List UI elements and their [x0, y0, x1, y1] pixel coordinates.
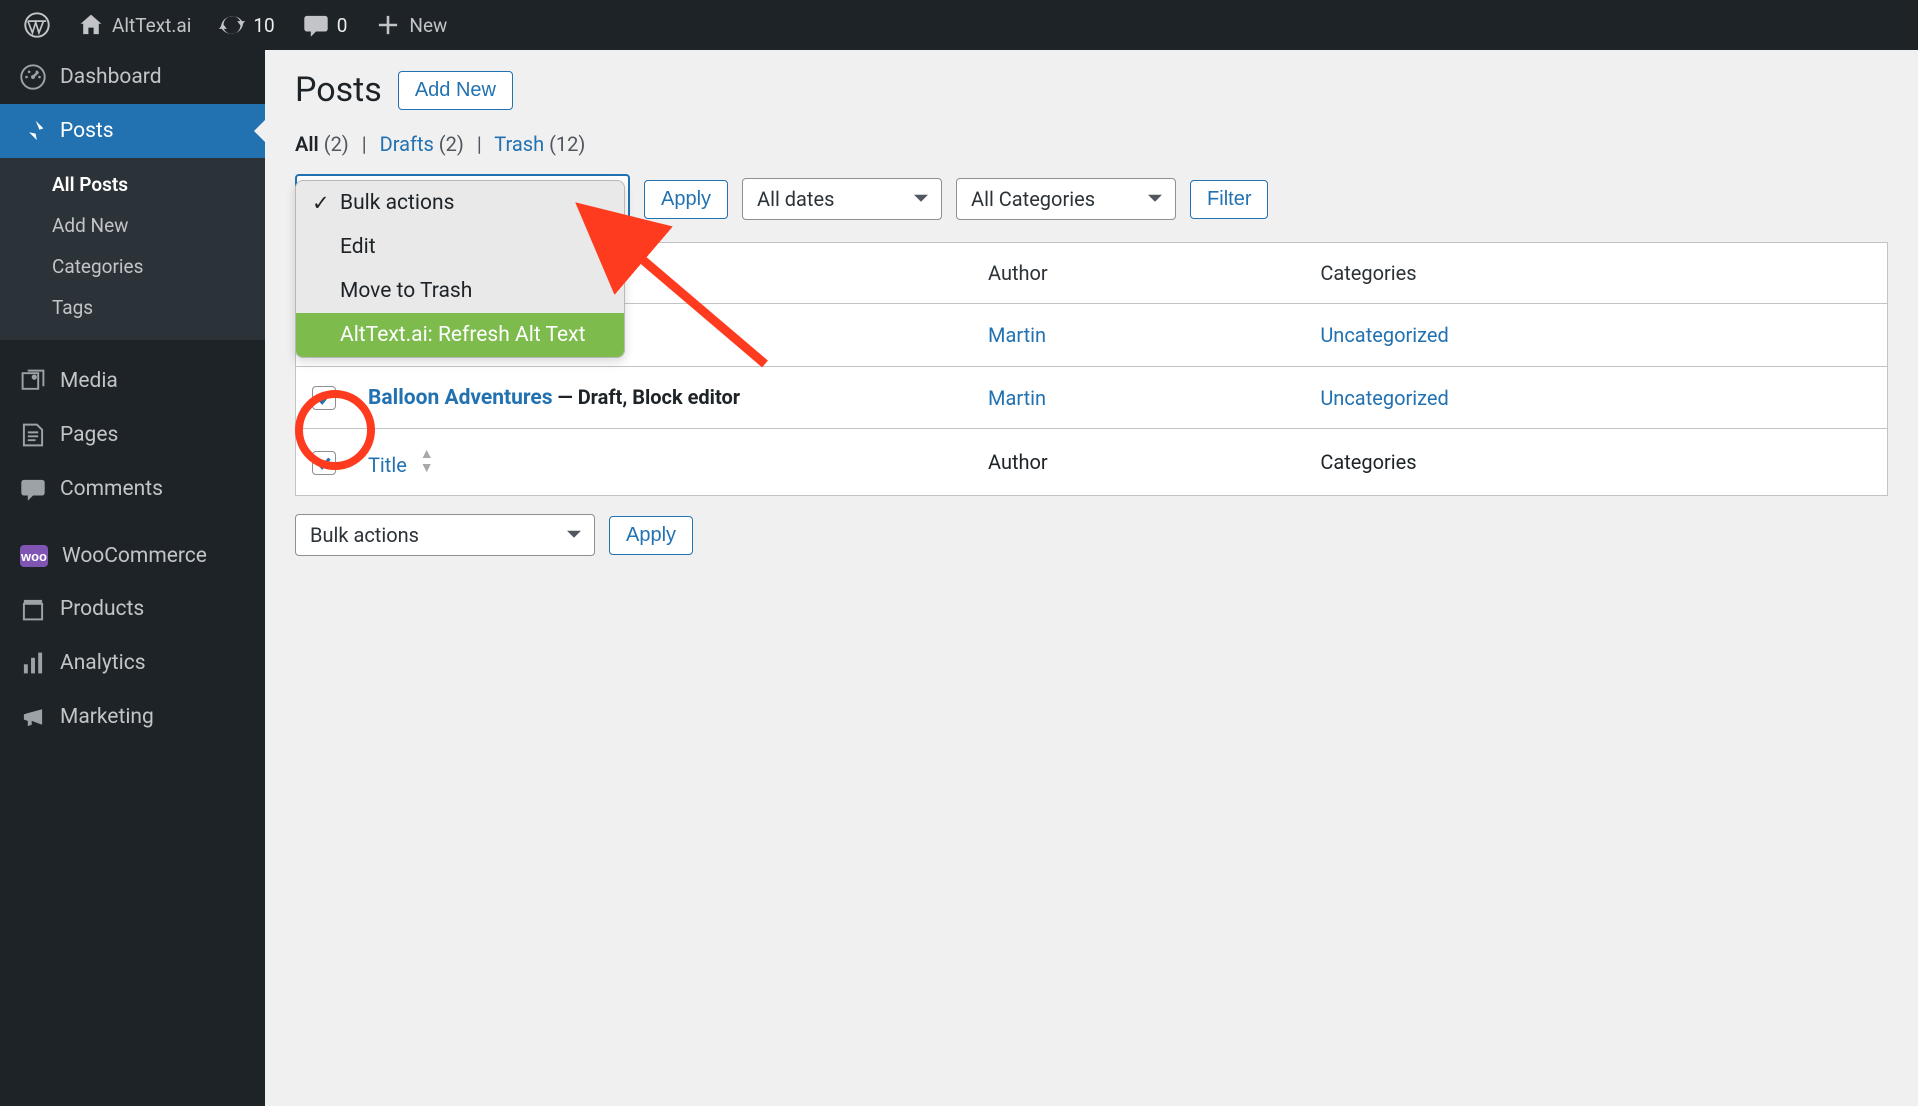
menu-products[interactable]: Products — [0, 582, 265, 636]
wp-logo[interactable] — [10, 0, 64, 50]
bulk-option-alttext-refresh[interactable]: AltText.ai: Refresh Alt Text — [296, 313, 624, 357]
menu-label: Comments — [60, 477, 163, 501]
menu-dashboard[interactable]: Dashboard — [0, 50, 265, 104]
comments-link[interactable]: 0 — [289, 0, 362, 50]
media-icon — [20, 368, 46, 394]
apply-button-top[interactable]: Apply — [644, 180, 728, 219]
content-area: Posts Add New All (2) | Drafts (2) | Tra… — [265, 50, 1918, 576]
tablenav-bottom: Bulk actions Apply — [295, 514, 1888, 556]
new-content-link[interactable]: New — [361, 0, 461, 50]
view-trash[interactable]: Trash — [494, 132, 544, 156]
comments-count: 0 — [337, 14, 348, 37]
submenu-all-posts[interactable]: All Posts — [0, 164, 265, 205]
home-icon — [78, 12, 104, 38]
page-header: Posts Add New — [295, 70, 1888, 110]
view-drafts[interactable]: Drafts — [380, 132, 434, 156]
date-filter-value: All dates — [742, 178, 942, 220]
admin-toolbar: AltText.ai 10 0 New — [0, 0, 1918, 50]
products-icon — [20, 596, 46, 622]
post-state-text: Draft, Block editor — [578, 385, 740, 409]
category-filter[interactable]: All Categories — [956, 178, 1176, 220]
status-filter-links: All (2) | Drafts (2) | Trash (12) — [295, 132, 1888, 156]
menu-marketing[interactable]: Marketing — [0, 690, 265, 744]
apply-button-bottom[interactable]: Apply — [609, 516, 693, 555]
col-author-header[interactable]: Author — [972, 243, 1304, 304]
col-title-footer[interactable]: Title — [368, 453, 407, 477]
menu-comments[interactable]: Comments — [0, 462, 265, 516]
col-author-footer[interactable]: Author — [972, 429, 1304, 496]
updates-link[interactable]: 10 — [205, 0, 288, 50]
page-icon — [20, 422, 46, 448]
bulk-actions-select-bottom[interactable]: Bulk actions — [295, 514, 595, 556]
menu-posts[interactable]: Posts — [0, 104, 265, 158]
menu-label: Dashboard — [60, 65, 162, 89]
bulk-actions-dropdown: Bulk actions Edit Move to Trash AltText.… — [295, 180, 625, 358]
menu-media[interactable]: Media — [0, 354, 265, 408]
menu-label: Marketing — [60, 705, 154, 729]
col-categories-header[interactable]: Categories — [1304, 243, 1887, 304]
menu-analytics[interactable]: Analytics — [0, 636, 265, 690]
author-link[interactable]: Martin — [988, 386, 1046, 410]
post-title-link[interactable]: Balloon Adventures — [368, 386, 553, 410]
comments-icon — [20, 476, 46, 502]
analytics-icon — [20, 650, 46, 676]
submenu-tags[interactable]: Tags — [0, 287, 265, 328]
menu-label: Media — [60, 369, 118, 393]
woocommerce-icon: woo — [20, 545, 48, 567]
pin-icon — [20, 118, 46, 144]
category-link[interactable]: Uncategorized — [1320, 323, 1448, 347]
date-filter[interactable]: All dates — [742, 178, 942, 220]
wordpress-icon — [24, 12, 50, 38]
menu-label: WooCommerce — [62, 544, 207, 568]
site-title: AltText.ai — [112, 14, 191, 37]
view-drafts-count: (2) — [439, 132, 464, 156]
plus-icon — [375, 12, 401, 38]
update-icon — [219, 12, 245, 38]
bulk-bottom-value: Bulk actions — [295, 514, 595, 556]
bulk-option-default[interactable]: Bulk actions — [296, 181, 624, 225]
admin-sidebar: Dashboard Posts All Posts Add New Catego… — [0, 50, 265, 1106]
menu-pages[interactable]: Pages — [0, 408, 265, 462]
bulk-option-trash[interactable]: Move to Trash — [296, 269, 624, 313]
posts-submenu: All Posts Add New Categories Tags — [0, 158, 265, 340]
updates-count: 10 — [253, 14, 274, 37]
menu-label: Posts — [60, 119, 114, 143]
author-link[interactable]: Martin — [988, 323, 1046, 347]
view-trash-count: (12) — [549, 132, 585, 156]
megaphone-icon — [20, 704, 46, 730]
menu-label: Products — [60, 597, 144, 621]
category-filter-value: All Categories — [956, 178, 1176, 220]
submenu-categories[interactable]: Categories — [0, 246, 265, 287]
view-all-count: (2) — [324, 132, 349, 156]
filter-button[interactable]: Filter — [1190, 180, 1268, 219]
tablenav-top: Bulk actions Edit Move to Trash AltText.… — [295, 174, 1888, 224]
site-link[interactable]: AltText.ai — [64, 0, 205, 50]
view-all[interactable]: All — [295, 132, 319, 156]
comment-icon — [303, 12, 329, 38]
menu-label: Analytics — [60, 651, 146, 675]
new-label: New — [409, 14, 447, 37]
col-categories-footer[interactable]: Categories — [1304, 429, 1887, 496]
menu-label: Pages — [60, 423, 118, 447]
row-checkbox[interactable] — [312, 386, 336, 410]
add-new-button[interactable]: Add New — [398, 71, 513, 110]
page-title: Posts — [295, 70, 382, 110]
select-all-footer[interactable] — [312, 451, 336, 475]
bulk-option-edit[interactable]: Edit — [296, 225, 624, 269]
category-link[interactable]: Uncategorized — [1320, 386, 1448, 410]
post-state: — — [557, 385, 577, 409]
submenu-add-new[interactable]: Add New — [0, 205, 265, 246]
dashboard-icon — [20, 64, 46, 90]
sort-icon: ▲▼ — [420, 447, 434, 475]
table-row: Balloon Adventures — Draft, Block editor… — [296, 366, 1888, 429]
menu-woocommerce[interactable]: woo WooCommerce — [0, 530, 265, 582]
